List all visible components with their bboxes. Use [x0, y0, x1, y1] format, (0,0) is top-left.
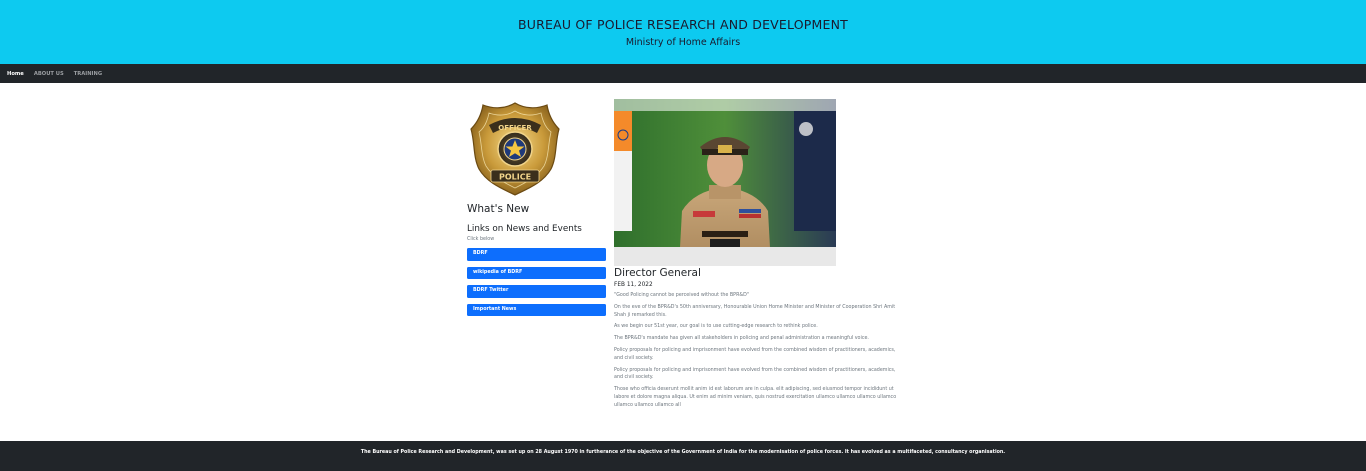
badge-text-officer: OFFICER — [498, 124, 532, 132]
police-badge-image: OFFICER POLICE — [470, 102, 560, 196]
article-paragraph: On the eve of the BPR&D's 50th anniversa… — [614, 304, 896, 318]
whats-new-heading: What's New — [467, 203, 530, 215]
top-navbar: Home ABOUT US TRAINING — [0, 64, 1366, 83]
links-heading: Links on News and Events — [467, 224, 582, 234]
article: Director General FEB 11, 2022 "Good Poli… — [614, 99, 904, 410]
article-paragraph: Policy proposals for policing and impris… — [614, 347, 896, 361]
article-paragraph: The BPR&D's mandate has given all stakeh… — [614, 336, 869, 342]
main-content: OFFICER POLICE What's New Links on News … — [0, 83, 1366, 441]
site-footer: The Bureau of Police Research and Develo… — [0, 441, 1366, 471]
bdrf-button[interactable]: BDRF — [467, 248, 606, 261]
site-subtitle: Ministry of Home Affairs — [625, 37, 741, 48]
nav-about-us[interactable]: ABOUT US — [34, 71, 64, 77]
site-title: BUREAU OF POLICE RESEARCH AND DEVELOPMEN… — [518, 17, 848, 32]
article-paragraph: Those who officia deserunt mollit anim i… — [614, 387, 897, 408]
badge-text-police: POLICE — [499, 173, 531, 182]
article-paragraph: Policy proposals for policing and impris… — [614, 367, 896, 381]
wikipedia-button[interactable]: wikipedia of BDRF — [467, 266, 606, 279]
nav-training[interactable]: TRAINING — [74, 71, 102, 77]
footer-text: The Bureau of Police Research and Develo… — [360, 450, 1006, 455]
director-general-photo — [614, 99, 836, 266]
article-paragraph: As we begin our 51st year, our goal is t… — [614, 324, 818, 330]
site-header: BUREAU OF POLICE RESEARCH AND DEVELOPMEN… — [0, 0, 1366, 64]
twitter-button[interactable]: BDRF Twitter — [467, 285, 606, 298]
article-title: Director General — [614, 267, 701, 279]
sidebar: OFFICER POLICE What's New Links on News … — [467, 99, 607, 316]
article-date: FEB 11, 2022 — [614, 282, 653, 288]
article-paragraph: "Good Policing cannot be perceived witho… — [614, 293, 750, 298]
click-below-text: Click below — [467, 237, 495, 242]
important-news-button[interactable]: Important News — [467, 303, 606, 316]
nav-home[interactable]: Home — [7, 71, 24, 77]
